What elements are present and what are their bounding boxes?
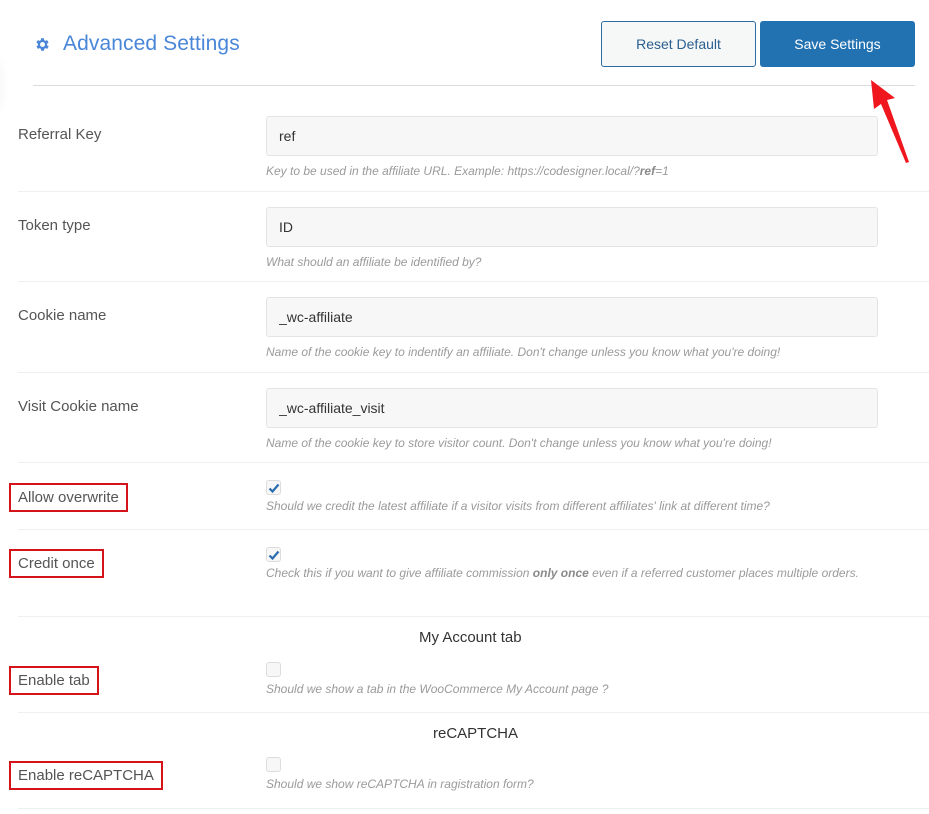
enable-recaptcha-label: Enable reCAPTCHA xyxy=(9,761,163,790)
cookie-name-input[interactable] xyxy=(266,297,878,337)
credit-once-description: Check this if you want to give affiliate… xyxy=(266,566,859,580)
credit-once-checkbox[interactable] xyxy=(266,547,281,562)
row-token-type: Token type What should an affiliate be i… xyxy=(18,192,929,282)
row-referral-key: Referral Key Key to be used in the affil… xyxy=(18,86,929,192)
row-visit-cookie-name: Visit Cookie name Name of the cookie key… xyxy=(18,373,929,463)
row-cookie-name: Cookie name Name of the cookie key to in… xyxy=(18,282,929,373)
token-type-label: Token type xyxy=(18,217,91,234)
referral-key-label: Referral Key xyxy=(18,126,102,143)
cookie-name-description: Name of the cookie key to indentify an a… xyxy=(266,345,781,359)
row-allow-overwrite: Allow overwrite Should we credit the lat… xyxy=(9,463,929,530)
enable-tab-description: Should we show a tab in the WooCommerce … xyxy=(266,682,609,696)
allow-overwrite-label: Allow overwrite xyxy=(9,483,128,512)
visit-cookie-name-input[interactable] xyxy=(266,388,878,428)
enable-recaptcha-checkbox[interactable] xyxy=(266,757,281,772)
visit-cookie-name-label: Visit Cookie name xyxy=(18,398,139,415)
row-enable-tab: Enable tab Should we show a tab in the W… xyxy=(9,617,929,713)
checkmark-icon xyxy=(268,483,280,494)
referral-key-input[interactable] xyxy=(266,116,878,156)
enable-tab-checkbox[interactable] xyxy=(266,662,281,677)
referral-key-description: Key to be used in the affiliate URL. Exa… xyxy=(266,164,669,178)
reset-default-button[interactable]: Reset Default xyxy=(601,21,756,67)
allow-overwrite-checkbox[interactable] xyxy=(266,480,281,495)
row-enable-recaptcha: Enable reCAPTCHA Should we show reCAPTCH… xyxy=(9,713,929,809)
save-settings-button[interactable]: Save Settings xyxy=(760,21,915,67)
cookie-name-label: Cookie name xyxy=(18,307,107,324)
token-type-description: What should an affiliate be identified b… xyxy=(266,255,482,269)
enable-tab-label: Enable tab xyxy=(9,666,99,695)
page-header: Advanced Settings Reset Default Save Set… xyxy=(0,0,929,86)
visit-cookie-name-description: Name of the cookie key to store visitor … xyxy=(266,436,772,450)
page-title-wrap: Advanced Settings xyxy=(34,32,240,56)
page-title: Advanced Settings xyxy=(63,32,240,55)
token-type-input[interactable] xyxy=(266,207,878,247)
allow-overwrite-description: Should we credit the latest affiliate if… xyxy=(266,499,770,513)
checkmark-icon xyxy=(268,550,280,561)
row-credit-once: Credit once Check this if you want to gi… xyxy=(9,530,929,617)
gear-icon xyxy=(36,37,49,51)
enable-recaptcha-description: Should we show reCAPTCHA in ragistration… xyxy=(266,777,534,791)
credit-once-label: Credit once xyxy=(9,549,104,578)
